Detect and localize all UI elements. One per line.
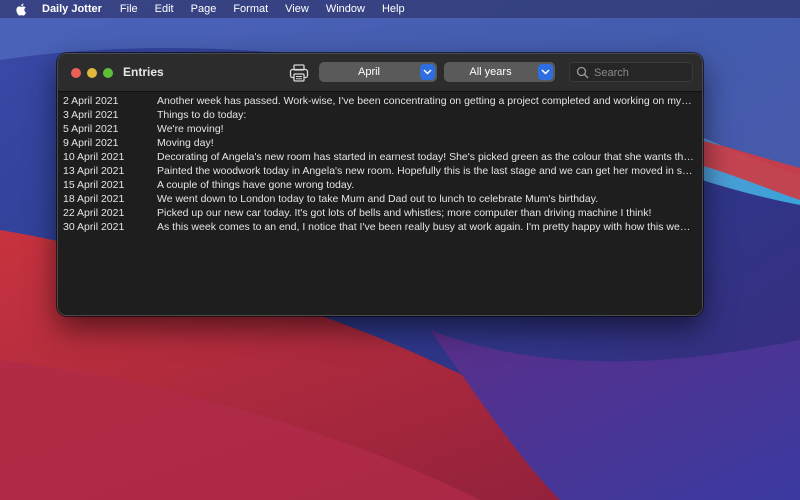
- entry-date: 22 April 2021: [63, 207, 125, 219]
- entry-row[interactable]: 5 April 2021 We're moving!: [58, 122, 702, 136]
- entry-date: 13 April 2021: [63, 165, 125, 177]
- month-selector-value: April: [357, 66, 380, 78]
- printer-icon: [289, 64, 309, 82]
- month-selector[interactable]: April: [319, 62, 437, 82]
- entry-row[interactable]: 2 April 2021 Another week has passed. Wor…: [58, 94, 702, 108]
- entry-date: 3 April 2021: [63, 109, 119, 121]
- entry-text: Decorating of Angela's new room has star…: [157, 151, 694, 163]
- entry-text: A couple of things have gone wrong today…: [157, 179, 355, 191]
- menu-edit[interactable]: Edit: [155, 3, 174, 15]
- chevron-down-icon: [420, 64, 435, 80]
- entry-row[interactable]: 3 April 2021 Things to do today:: [58, 108, 702, 122]
- entry-text: As this week comes to an end, I notice t…: [157, 221, 694, 233]
- entry-text: Things to do today:: [157, 109, 247, 121]
- magnifying-glass-icon: [576, 66, 589, 79]
- entry-text: We went down to London today to take Mum…: [157, 193, 599, 205]
- entry-date: 5 April 2021: [63, 123, 119, 135]
- print-button[interactable]: [289, 63, 309, 83]
- entry-date: 2 April 2021: [63, 95, 119, 107]
- entry-row[interactable]: 13 April 2021 Painted the woodwork today …: [58, 164, 702, 178]
- entry-text: Painted the woodwork today in Angela's n…: [157, 165, 694, 177]
- year-selector[interactable]: All years: [444, 62, 555, 82]
- zoom-window-button[interactable]: [103, 68, 113, 78]
- year-selector-value: All years: [469, 66, 512, 78]
- entries-window: Entries April All years Search 2 April 2…: [57, 53, 703, 316]
- apple-logo-icon[interactable]: [14, 2, 28, 16]
- menu-format[interactable]: Format: [233, 3, 268, 15]
- entry-date: 15 April 2021: [63, 179, 125, 191]
- entry-row[interactable]: 10 April 2021 Decorating of Angela's new …: [58, 150, 702, 164]
- menu-window[interactable]: Window: [326, 3, 365, 15]
- entry-date: 10 April 2021: [63, 151, 125, 163]
- chevron-down-icon: [538, 64, 553, 80]
- entry-date: 18 April 2021: [63, 193, 125, 205]
- entry-text: Picked up our new car today. It's got lo…: [157, 207, 652, 219]
- entry-row[interactable]: 15 April 2021 A couple of things have gon…: [58, 178, 702, 192]
- entry-text: Another week has passed. Work-wise, I've…: [157, 95, 694, 107]
- entry-date: 9 April 2021: [63, 137, 119, 149]
- search-field[interactable]: [569, 62, 693, 82]
- window-title: Entries: [123, 65, 164, 79]
- entry-row[interactable]: 9 April 2021 Moving day!: [58, 136, 702, 150]
- minimize-window-button[interactable]: [87, 68, 97, 78]
- menu-bar: Daily Jotter File Edit Page Format View …: [0, 0, 800, 18]
- close-window-button[interactable]: [71, 68, 81, 78]
- menu-help[interactable]: Help: [382, 3, 405, 15]
- entry-text: Moving day!: [157, 137, 214, 149]
- entry-date: 30 April 2021: [63, 221, 125, 233]
- entry-row[interactable]: 18 April 2021 We went down to London toda…: [58, 192, 702, 206]
- menu-app-name[interactable]: Daily Jotter: [42, 3, 102, 15]
- menu-view[interactable]: View: [285, 3, 309, 15]
- menu-file[interactable]: File: [120, 3, 138, 15]
- menu-page[interactable]: Page: [191, 3, 217, 15]
- search-input[interactable]: [592, 65, 692, 81]
- entries-list[interactable]: 2 April 2021 Another week has passed. Wor…: [58, 92, 702, 315]
- entry-row[interactable]: 30 April 2021 As this week comes to an en…: [58, 220, 702, 234]
- entry-row[interactable]: 22 April 2021 Picked up our new car today…: [58, 206, 702, 220]
- entry-text: We're moving!: [157, 123, 224, 135]
- window-titlebar[interactable]: Entries April All years: [58, 54, 702, 92]
